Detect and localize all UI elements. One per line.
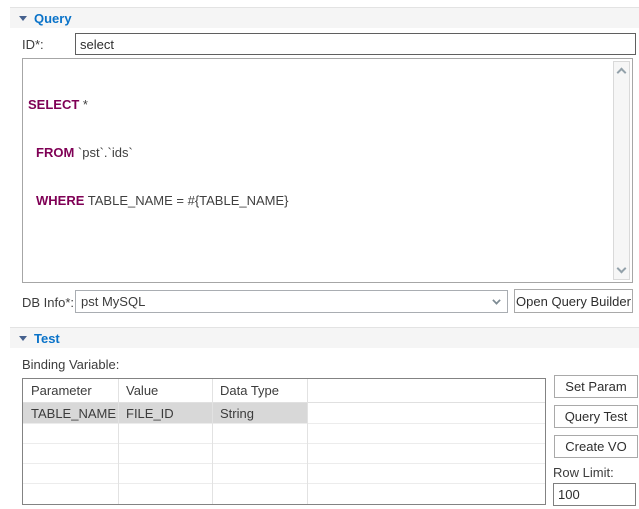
vertical-scrollbar[interactable] [613, 61, 630, 280]
test-section-title: Test [34, 331, 60, 346]
sql-keyword: SELECT [28, 97, 79, 112]
id-input[interactable] [75, 33, 636, 55]
sql-code: SELECT * FROM `pst`.`ids` WHERE TABLE_NA… [28, 65, 608, 241]
table-row-empty[interactable] [23, 444, 545, 464]
scroll-up-icon[interactable] [617, 68, 627, 78]
binding-variable-label: Binding Variable: [22, 357, 119, 372]
db-info-select[interactable]: pst MySQL [75, 290, 508, 313]
table-row-empty[interactable] [23, 424, 545, 444]
column-header-value[interactable]: Value [118, 379, 212, 402]
column-header-data-type[interactable]: Data Type [212, 379, 307, 402]
sql-editor[interactable]: SELECT * FROM `pst`.`ids` WHERE TABLE_NA… [22, 58, 633, 283]
column-divider[interactable] [307, 379, 308, 504]
cell-data-type[interactable]: String [212, 403, 307, 423]
table-row-empty[interactable] [23, 464, 545, 484]
collapse-triangle-icon[interactable] [19, 16, 27, 21]
sql-keyword: FROM [36, 145, 74, 160]
column-header-parameter[interactable]: Parameter [23, 379, 118, 402]
db-info-selected-value: pst MySQL [81, 294, 145, 309]
sql-line: FROM `pst`.`ids` [28, 145, 608, 161]
cell-parameter[interactable]: TABLE_NAME [23, 403, 118, 423]
query-section-title: Query [34, 11, 72, 26]
chevron-down-icon [492, 296, 500, 304]
column-divider[interactable] [212, 379, 213, 504]
query-editor-panel: Query ID*: SELECT * FROM `pst`.`ids` WHE… [0, 0, 639, 509]
cell-value[interactable]: FILE_ID [118, 403, 212, 423]
column-header-blank [307, 379, 545, 402]
open-query-builder-button[interactable]: Open Query Builder [514, 289, 633, 313]
table-row[interactable]: TABLE_NAME FILE_ID String [23, 403, 545, 424]
table-header-row: Parameter Value Data Type [23, 379, 545, 403]
id-label: ID*: [22, 37, 44, 52]
db-info-label: DB Info*: [22, 295, 74, 310]
create-vo-button[interactable]: Create VO [554, 435, 638, 458]
sql-keyword: WHERE [36, 193, 84, 208]
sql-text: TABLE_NAME = #{TABLE_NAME} [84, 193, 288, 208]
cell-blank[interactable] [307, 403, 545, 423]
set-param-button[interactable]: Set Param [554, 375, 638, 398]
collapse-triangle-icon[interactable] [19, 336, 27, 341]
scroll-down-icon[interactable] [617, 264, 627, 274]
sql-text: * [79, 97, 88, 112]
query-section-header[interactable]: Query [10, 7, 639, 28]
row-limit-input[interactable] [553, 483, 636, 506]
sql-text: `pst`.`ids` [74, 145, 133, 160]
sql-line: WHERE TABLE_NAME = #{TABLE_NAME} [28, 193, 608, 209]
table-row-empty[interactable] [23, 484, 545, 504]
binding-variable-table: Parameter Value Data Type TABLE_NAME FIL… [22, 378, 546, 505]
query-test-button[interactable]: Query Test [554, 405, 638, 428]
row-limit-label: Row Limit: [553, 465, 614, 480]
test-section-header[interactable]: Test [10, 327, 639, 348]
sql-line: SELECT * [28, 97, 608, 113]
column-divider[interactable] [118, 379, 119, 504]
